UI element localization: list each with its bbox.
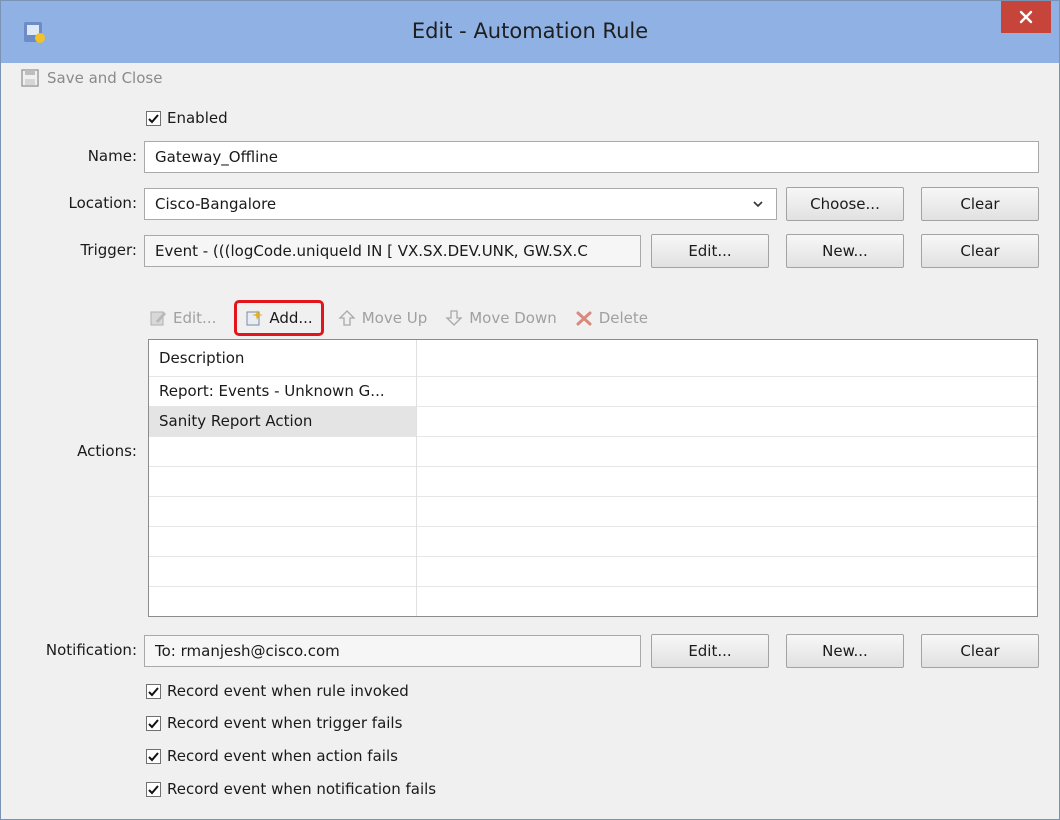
table-row[interactable]: [149, 556, 1037, 587]
table-cell: [149, 466, 417, 496]
action-edit-label: Edit...: [173, 309, 217, 327]
table-row[interactable]: [149, 466, 1037, 497]
checkbox-box: [146, 781, 161, 797]
checkbox-box: [146, 683, 161, 699]
actions-table[interactable]: Description Report: Events - Unknown G..…: [148, 339, 1038, 617]
table-row[interactable]: [149, 586, 1037, 616]
actions-toolbar: Edit... Add... Move Up Move Down Delete: [149, 291, 666, 345]
arrow-down-icon: [445, 310, 463, 326]
title-bar[interactable]: Edit - Automation Rule: [1, 1, 1059, 63]
notification-label: Notification:: [45, 641, 137, 659]
notification-clear-button[interactable]: Clear: [921, 634, 1039, 668]
description-column-header[interactable]: Description: [149, 340, 417, 376]
record-notification-fails-label: Record event when notification fails: [167, 780, 437, 798]
trigger-new-button[interactable]: New...: [786, 234, 904, 268]
table-cell: [149, 526, 417, 556]
action-delete-button[interactable]: Delete: [575, 309, 648, 327]
notification-new-button[interactable]: New...: [786, 634, 904, 668]
check-icon: [148, 751, 159, 761]
location-select[interactable]: Cisco-Bangalore: [144, 188, 777, 220]
action-move-down-button[interactable]: Move Down: [445, 309, 557, 327]
action-edit-button[interactable]: Edit...: [149, 309, 216, 327]
action-add-label: Add...: [269, 309, 313, 327]
check-icon: [148, 113, 159, 123]
check-icon: [148, 718, 159, 728]
table-cell: [149, 586, 417, 616]
delete-icon: [576, 311, 592, 326]
action-move-up-button[interactable]: Move Up: [338, 309, 428, 327]
record-trigger-fails-label: Record event when trigger fails: [167, 714, 403, 732]
action-add-button[interactable]: Add...: [234, 300, 324, 336]
location-clear-button[interactable]: Clear: [921, 187, 1039, 221]
table-cell: Sanity Report Action: [149, 406, 417, 436]
checkbox-box: [146, 748, 161, 764]
table-row[interactable]: [149, 436, 1037, 467]
record-trigger-fails-checkbox[interactable]: Record event when trigger fails: [146, 714, 402, 732]
chevron-down-icon: [753, 201, 763, 208]
table-row[interactable]: [149, 526, 1037, 557]
check-icon: [148, 784, 159, 794]
close-button[interactable]: [1001, 1, 1051, 33]
table-row[interactable]: [149, 496, 1037, 527]
record-action-fails-label: Record event when action fails: [167, 747, 398, 765]
enabled-label: Enabled: [167, 109, 228, 127]
record-action-fails-checkbox[interactable]: Record event when action fails: [146, 747, 398, 765]
enabled-checkbox[interactable]: Enabled: [146, 109, 228, 127]
save-and-close-label: Save and Close: [47, 69, 163, 87]
table-cell: [149, 496, 417, 526]
notification-edit-button[interactable]: Edit...: [651, 634, 769, 668]
pencil-icon: [150, 311, 166, 326]
trigger-field: Event - (((logCode.uniqueId IN [ VX.SX.D…: [144, 235, 641, 267]
location-choose-button[interactable]: Choose...: [786, 187, 904, 221]
trigger-clear-button[interactable]: Clear: [921, 234, 1039, 268]
table-cell: [149, 436, 417, 466]
table-cell: Report: Events - Unknown G...: [149, 376, 417, 406]
save-and-close-button[interactable]: Save and Close: [21, 65, 162, 91]
add-document-icon: [246, 310, 264, 326]
name-input[interactable]: Gateway_Offline: [144, 141, 1039, 173]
table-cell: [149, 556, 417, 586]
notification-field: To: rmanjesh@cisco.com: [144, 635, 641, 667]
action-move-up-label: Move Up: [361, 309, 428, 327]
record-rule-invoked-checkbox[interactable]: Record event when rule invoked: [146, 682, 409, 700]
location-label: Location:: [68, 194, 138, 212]
record-rule-invoked-label: Record event when rule invoked: [167, 682, 409, 700]
automation-rule-dialog: Edit - Automation Rule Save and Close En…: [0, 0, 1060, 820]
table-row[interactable]: Report: Events - Unknown G...: [149, 376, 1037, 407]
action-delete-label: Delete: [598, 309, 649, 327]
trigger-label: Trigger:: [80, 241, 137, 259]
arrow-up-icon: [338, 310, 356, 326]
record-notification-fails-checkbox[interactable]: Record event when notification fails: [146, 780, 436, 798]
actions-label: Actions:: [77, 442, 137, 460]
window-title: Edit - Automation Rule: [411, 19, 649, 43]
save-icon: [21, 69, 39, 87]
table-header: Description: [149, 340, 1037, 377]
checkbox-box: [146, 715, 161, 731]
name-label: Name:: [87, 147, 137, 165]
trigger-edit-button[interactable]: Edit...: [651, 234, 769, 268]
location-value: Cisco-Bangalore: [155, 195, 277, 213]
action-move-down-label: Move Down: [469, 309, 557, 327]
check-icon: [148, 686, 159, 696]
checkbox-box: [146, 110, 161, 126]
close-icon: [1019, 10, 1033, 24]
table-row[interactable]: Sanity Report Action: [149, 406, 1037, 437]
